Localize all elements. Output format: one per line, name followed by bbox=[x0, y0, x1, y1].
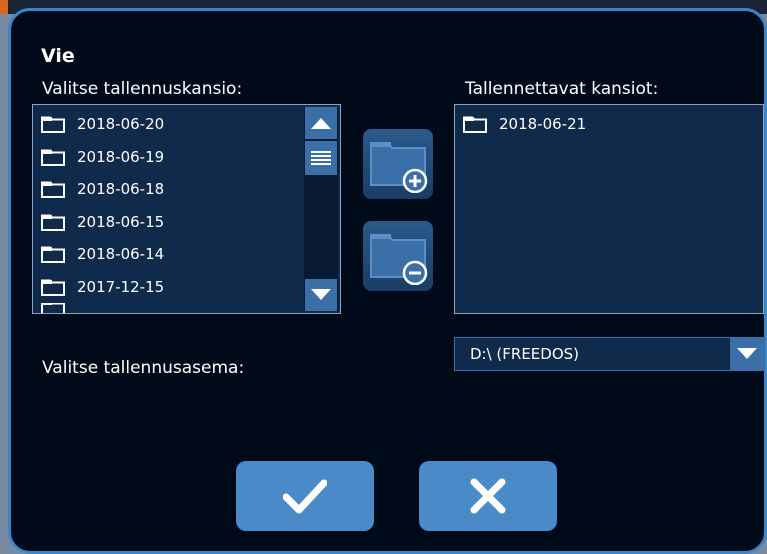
list-item[interactable]: 2018-06-21 bbox=[455, 108, 763, 141]
folder-name: 2018-06-14 bbox=[77, 245, 165, 264]
drive-label: Valitse tallennusasema: bbox=[42, 358, 245, 378]
list-item[interactable]: 2017-12-15 bbox=[33, 271, 303, 304]
folder-name: 2017-12-15 bbox=[77, 277, 165, 296]
folder-icon bbox=[41, 214, 65, 231]
list-item[interactable]: 2018-06-14 bbox=[33, 238, 303, 271]
list-item[interactable]: 2018-06-19 bbox=[33, 141, 303, 174]
add-folder-icon bbox=[370, 142, 428, 193]
source-folder-label: Valitse tallennuskansio: bbox=[42, 79, 243, 99]
cancel-button[interactable] bbox=[419, 461, 557, 531]
folder-icon bbox=[41, 279, 65, 296]
remove-folder-icon bbox=[370, 234, 428, 285]
checkmark-icon bbox=[283, 479, 327, 514]
folder-icon bbox=[41, 246, 65, 264]
drive-select-value: D:\ (FREEDOS) bbox=[470, 345, 580, 363]
chevron-down-icon bbox=[311, 289, 331, 300]
folder-name: 2018-06-15 bbox=[77, 212, 165, 231]
chevron-down-icon bbox=[737, 348, 757, 359]
folder-icon bbox=[463, 116, 487, 134]
export-dialog: Vie Valitse tallennuskansio: Tallennetta… bbox=[8, 8, 767, 554]
drive-dropdown-button[interactable] bbox=[730, 338, 764, 370]
source-list-scrollbar[interactable] bbox=[304, 107, 338, 311]
scroll-up-button[interactable] bbox=[305, 107, 337, 139]
list-item[interactable]: 2018-06-20 bbox=[33, 108, 303, 141]
folder-name: 2018-06-19 bbox=[77, 147, 165, 166]
remove-folder-button[interactable] bbox=[363, 221, 433, 291]
scroll-down-button[interactable] bbox=[305, 279, 337, 311]
folder-name: 2018-06-20 bbox=[77, 115, 165, 134]
folder-icon bbox=[41, 181, 65, 199]
folder-icon bbox=[41, 149, 65, 166]
target-folders-label: Tallennettavat kansiot: bbox=[465, 79, 659, 99]
folder-name: 2018-06-21 bbox=[499, 115, 587, 134]
list-item[interactable]: 2018-06-15 bbox=[33, 206, 303, 239]
folder-icon bbox=[41, 303, 65, 313]
target-folder-rows: 2018-06-21 bbox=[455, 105, 763, 313]
list-item[interactable]: 2018-06-18 bbox=[33, 173, 303, 206]
target-folder-list[interactable]: 2018-06-21 bbox=[454, 104, 764, 314]
x-icon bbox=[470, 478, 506, 514]
grip-lines-icon bbox=[311, 151, 331, 165]
folder-icon bbox=[41, 116, 65, 134]
scroll-thumb[interactable] bbox=[305, 141, 337, 175]
source-folder-rows: 2018-06-20 2018-06-19 2018-06-18 2018-06… bbox=[33, 105, 303, 313]
folder-name: 2018-06-18 bbox=[77, 180, 165, 199]
background-accent bbox=[0, 0, 8, 14]
drive-select[interactable]: D:\ (FREEDOS) bbox=[454, 337, 765, 371]
chevron-up-icon bbox=[311, 118, 331, 129]
dialog-title: Vie bbox=[41, 45, 75, 67]
source-folder-list[interactable]: 2018-06-20 2018-06-19 2018-06-18 2018-06… bbox=[32, 104, 341, 314]
add-folder-button[interactable] bbox=[363, 129, 433, 199]
ok-button[interactable] bbox=[236, 461, 374, 531]
list-item-partial[interactable] bbox=[33, 303, 303, 313]
